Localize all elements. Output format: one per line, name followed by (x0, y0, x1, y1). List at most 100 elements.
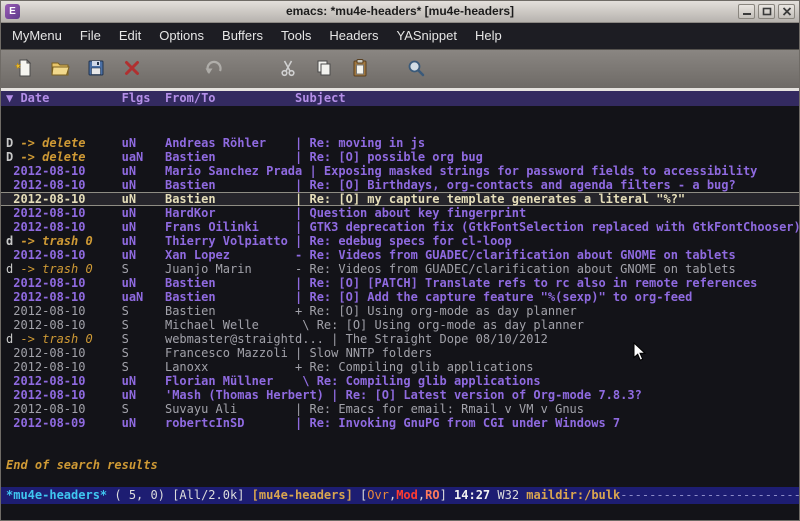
paste-button[interactable] (347, 56, 373, 82)
flags-cell: S (122, 304, 165, 318)
message-row[interactable]: 2012-08-09 uN robertcInSD | Re: Invoking… (1, 416, 799, 430)
message-row[interactable]: 2012-08-10 uN Xan Lopez - Re: Videos fro… (1, 248, 799, 262)
date-cell: 2012-08-10 (13, 220, 121, 234)
flags-cell: uN (122, 276, 165, 290)
copy-button[interactable] (311, 56, 337, 82)
menu-item-mymenu[interactable]: MyMenu (3, 23, 71, 49)
subject-cell: | Re: [O] Add the capture feature "%(sex… (295, 290, 692, 304)
message-row[interactable]: D -> delete uN Andreas Röhler | Re: movi… (1, 136, 799, 150)
from-cell: Frans Oilinki (165, 220, 295, 234)
maximize-button[interactable] (758, 4, 775, 19)
modeline-segment: [All/2.0k] (172, 488, 251, 502)
date-cell: 2012-08-10 (13, 276, 121, 290)
emacs-app-icon: E (5, 4, 20, 19)
flags-cell: S (122, 360, 165, 374)
subject-cell: | Re: moving in js (295, 136, 425, 150)
column-header-subject[interactable]: Subject (295, 91, 346, 105)
minimize-icon (742, 4, 752, 19)
subject-cell: | Re: [O] possible org bug (295, 150, 483, 164)
message-row[interactable]: 2012-08-10 S Lanoxx + Re: Compiling glib… (1, 360, 799, 374)
message-row[interactable]: 2012-08-10 uN HardKor | Question about k… (1, 206, 799, 220)
window-controls (738, 4, 795, 19)
paste-icon (350, 58, 370, 81)
column-header-flags[interactable]: Flgs (122, 91, 165, 105)
modeline-segment: [mu4e-headers] (252, 488, 360, 502)
subject-cell: | The Straight Dope 08/10/2012 (331, 332, 548, 346)
menu-item-options[interactable]: Options (150, 23, 213, 49)
menu-item-buffers[interactable]: Buffers (213, 23, 272, 49)
message-row[interactable]: 2012-08-10 uN 'Mash (Thomas Herbert) | R… (1, 388, 799, 402)
save-button[interactable] (83, 56, 109, 82)
flags-cell: S (122, 318, 165, 332)
flags-cell: uN (122, 178, 165, 192)
message-row[interactable]: 2012-08-10 uN Mario Sanchez Prada | Expo… (1, 164, 799, 178)
modeline-segment: Ovr (367, 488, 389, 502)
menu-item-headers[interactable]: Headers (320, 23, 387, 49)
message-row[interactable]: d -> trash 0 S webmaster@straightd... | … (1, 332, 799, 346)
menu-item-yasnippet[interactable]: YASnippet (387, 23, 465, 49)
message-row[interactable]: d -> trash 0 S Juanjo Marin - Re: Videos… (1, 262, 799, 276)
message-row[interactable]: 2012-08-10 S Michael Welle \ Re: [O] Usi… (1, 318, 799, 332)
mark-label: -> trash 0 (13, 332, 121, 346)
flags-cell: S (122, 402, 165, 416)
from-cell: Michael Welle (165, 318, 295, 332)
titlebar[interactable]: E emacs: *mu4e-headers* [mu4e-headers] (1, 1, 799, 23)
menu-item-tools[interactable]: Tools (272, 23, 320, 49)
date-cell: 2012-08-09 (13, 416, 121, 430)
message-row[interactable]: 2012-08-10 S Suvayu Ali | Re: Emacs for … (1, 402, 799, 416)
headers-buffer: D -> delete uN Andreas Röhler | Re: movi… (1, 106, 799, 487)
column-header-date[interactable]: ▼ Date (6, 91, 122, 105)
menu-item-help[interactable]: Help (466, 23, 511, 49)
message-row[interactable]: 2012-08-10 S Bastien + Re: [O] Using org… (1, 304, 799, 318)
cut-button[interactable] (275, 56, 301, 82)
from-cell: robertcInSD (165, 416, 295, 430)
message-row[interactable]: d -> trash 0 uN Thierry Volpiatto | Re: … (1, 234, 799, 248)
subject-cell: - Re: Videos from GUADEC/clarification a… (295, 248, 736, 262)
flags-cell: S (122, 346, 165, 360)
date-cell: 2012-08-10 (13, 346, 121, 360)
date-cell: 2012-08-10 (13, 318, 121, 332)
subject-cell: + Re: Compiling glib applications (295, 360, 533, 374)
minimize-button[interactable] (738, 4, 755, 19)
open-file-button[interactable] (47, 56, 73, 82)
message-row[interactable]: 2012-08-10 uN Frans Oilinki | GTK3 depre… (1, 220, 799, 234)
message-row[interactable]: 2012-08-10 S Francesco Mazzoli | Slow NN… (1, 346, 799, 360)
close-button[interactable] (778, 4, 795, 19)
new-file-button[interactable] (11, 56, 37, 82)
from-cell: webmaster@straightd... (165, 332, 331, 346)
menu-item-edit[interactable]: Edit (110, 23, 150, 49)
modeline-segment: RO (425, 488, 439, 502)
undo-button[interactable] (201, 56, 227, 82)
from-cell: Florian Müllner (165, 374, 295, 388)
subject-cell: | GTK3 deprecation fix (GtkFontSelection… (295, 220, 799, 234)
message-row[interactable]: 2012-08-10 uN Bastien | Re: [O] my captu… (1, 192, 799, 206)
flags-cell: uN (122, 248, 165, 262)
message-row[interactable]: D -> delete uaN Bastien | Re: [O] possib… (1, 150, 799, 164)
from-cell: Francesco Mazzoli (165, 346, 295, 360)
date-cell: 2012-08-10 (13, 304, 121, 318)
from-cell: Thierry Volpiatto (165, 234, 295, 248)
new-file-icon (14, 58, 34, 81)
subject-cell: | Re: edebug specs for cl-loop (295, 234, 512, 248)
flags-cell: uN (122, 374, 165, 388)
modeline-segment: maildir:/bulk (526, 488, 620, 502)
tool-bar (1, 49, 799, 88)
message-row[interactable]: 2012-08-10 uN Bastien | Re: [O] Birthday… (1, 178, 799, 192)
kill-buffer-button[interactable] (119, 56, 145, 82)
menu-item-file[interactable]: File (71, 23, 110, 49)
mode-line[interactable]: *mu4e-headers* ( 5, 0) [All/2.0k] [mu4e-… (1, 487, 799, 504)
from-cell: Juanjo Marin (165, 262, 295, 276)
message-row[interactable]: 2012-08-10 uaN Bastien | Re: [O] Add the… (1, 290, 799, 304)
date-cell: 2012-08-10 (13, 178, 121, 192)
date-cell: 2012-08-10 (13, 402, 121, 416)
flags-cell: S (122, 332, 165, 346)
subject-cell: - Re: Videos from GUADEC/clarification a… (295, 262, 736, 276)
date-cell: 2012-08-10 (13, 360, 121, 374)
date-cell: 2012-08-10 (13, 206, 121, 220)
search-button[interactable] (403, 56, 429, 82)
date-cell: 2012-08-10 (13, 374, 121, 388)
column-header-from[interactable]: From/To (165, 91, 295, 105)
message-row[interactable]: 2012-08-10 uN Florian Müllner \ Re: Comp… (1, 374, 799, 388)
minibuffer[interactable] (1, 504, 799, 520)
message-row[interactable]: 2012-08-10 uN Bastien | Re: [O] [PATCH] … (1, 276, 799, 290)
